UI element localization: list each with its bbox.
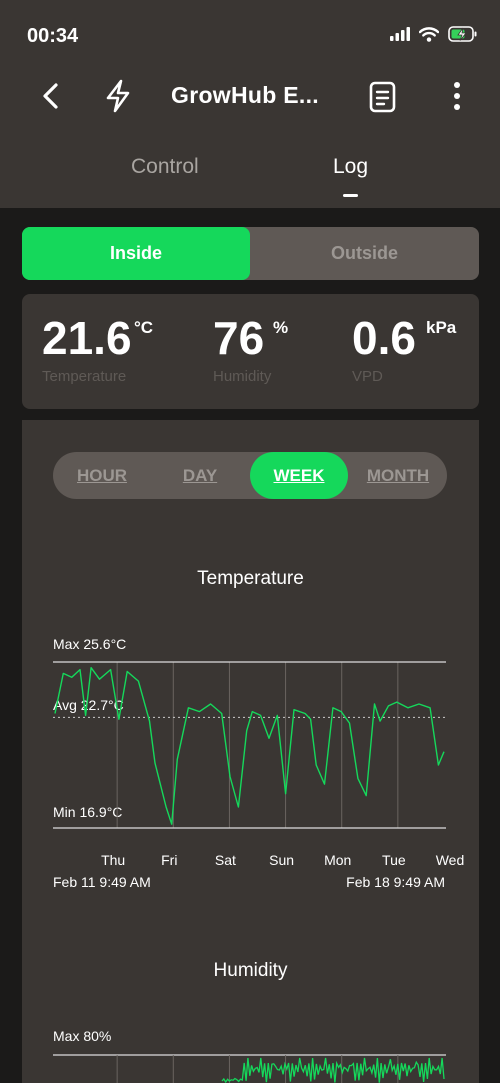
temperature-end-date: Feb 18 9:49 AM bbox=[346, 874, 445, 890]
humidity-chart-title: Humidity bbox=[213, 960, 288, 981]
temperature-value: 21.6 bbox=[42, 312, 132, 364]
temperature-avg-label: Avg 22.7°C bbox=[53, 697, 124, 713]
range-hour-button[interactable]: HOUR bbox=[53, 452, 151, 499]
vpd-value: 0.6 bbox=[352, 312, 416, 364]
humidity-value: 76 bbox=[213, 312, 265, 364]
day-tick-label: Tue bbox=[382, 852, 406, 868]
status-icons bbox=[390, 26, 478, 42]
status-time: 00:34 bbox=[27, 25, 79, 47]
day-tick-label: Sat bbox=[215, 852, 236, 868]
day-tick-label: Mon bbox=[324, 852, 351, 868]
wifi-icon bbox=[419, 26, 439, 42]
signal-icon bbox=[390, 27, 410, 41]
humidity-chart: Max 80% bbox=[53, 1028, 446, 1083]
humidity-unit: % bbox=[273, 318, 289, 337]
vpd-unit: kPa bbox=[426, 318, 457, 337]
vpd-reading: 0.6 kPa VPD bbox=[352, 312, 456, 385]
range-day-button[interactable]: DAY bbox=[151, 452, 249, 499]
humidity-reading: 76 % Humidity bbox=[213, 312, 288, 385]
lightning-icon[interactable] bbox=[101, 78, 135, 114]
temperature-reading: 21.6 °C Temperature bbox=[42, 312, 153, 385]
temperature-unit: °C bbox=[134, 318, 154, 337]
day-tick-label: Wed bbox=[436, 852, 465, 868]
day-tick-label: Thu bbox=[101, 852, 125, 868]
range-month-button[interactable]: MONTH bbox=[349, 452, 447, 499]
battery-charging-icon bbox=[448, 26, 477, 42]
current-readings-card: 21.6 °C Temperature 76 % Humidity 0.6 kP… bbox=[22, 294, 479, 409]
range-week-button[interactable]: WEEK bbox=[250, 452, 348, 499]
document-icon[interactable] bbox=[367, 79, 399, 115]
time-range-selector: HOUR DAY WEEK MONTH bbox=[53, 452, 447, 499]
humidity-max-label: Max 80% bbox=[53, 1028, 111, 1044]
day-tick-label: Fri bbox=[161, 852, 177, 868]
history-chart-card: HOUR DAY WEEK MONTH Temperature Max 25.6… bbox=[22, 420, 479, 1083]
top-bar: 00:34 GrowHub E... Control Log bbox=[0, 0, 500, 208]
device-title: GrowHub E... bbox=[171, 82, 319, 108]
back-icon[interactable] bbox=[36, 80, 66, 112]
temperature-series-line bbox=[54, 667, 445, 825]
temperature-start-date: Feb 11 9:49 AM bbox=[53, 874, 151, 890]
inside-toggle-button[interactable]: Inside bbox=[22, 227, 250, 280]
active-tab-indicator bbox=[343, 194, 358, 197]
humidity-label: Humidity bbox=[213, 368, 272, 385]
temperature-chart: Max 25.6°C Avg 22.7°C Min 16.9°C Thu Fri S… bbox=[53, 636, 465, 890]
temperature-min-label: Min 16.9°C bbox=[53, 804, 122, 820]
vpd-label: VPD bbox=[352, 368, 383, 385]
tab-control[interactable]: Control bbox=[131, 155, 199, 179]
location-toggle: Inside Outside bbox=[22, 227, 479, 280]
humidity-series-line bbox=[221, 1057, 445, 1083]
tab-log[interactable]: Log bbox=[333, 155, 368, 179]
temperature-chart-title: Temperature bbox=[197, 568, 304, 589]
temperature-max-label: Max 25.6°C bbox=[53, 636, 126, 652]
day-tick-label: Sun bbox=[269, 852, 294, 868]
more-options-icon[interactable] bbox=[447, 80, 467, 112]
outside-toggle-button[interactable]: Outside bbox=[250, 227, 479, 280]
temperature-label: Temperature bbox=[42, 368, 127, 385]
